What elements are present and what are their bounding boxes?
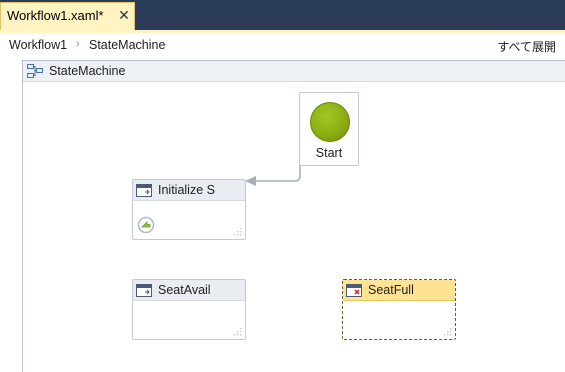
- state-header[interactable]: Initialize S: [133, 180, 245, 201]
- breadcrumb-item-statemachine[interactable]: StateMachine: [89, 38, 165, 52]
- start-node[interactable]: Start: [299, 92, 359, 166]
- state-machine-title: StateMachine: [49, 64, 126, 78]
- state-title: Initialize S: [158, 183, 215, 197]
- state-seatfull[interactable]: SeatFull: [342, 279, 456, 340]
- start-label: Start: [315, 146, 343, 160]
- final-state-icon: [346, 284, 362, 297]
- state-machine-icon: [27, 64, 43, 78]
- state-icon: [136, 284, 152, 297]
- workflow-designer-window: Workflow1.xaml* ✕ Workflow1 › StateMachi…: [0, 0, 565, 372]
- designer-canvas[interactable]: StateMachine: [0, 59, 565, 372]
- breadcrumb: Workflow1 › StateMachine すべて展開: [0, 33, 565, 59]
- start-circle-icon: [310, 102, 350, 142]
- resize-grip-icon[interactable]: [442, 326, 452, 336]
- resize-grip-icon[interactable]: [232, 226, 242, 236]
- close-icon[interactable]: ✕: [117, 8, 131, 22]
- state-header[interactable]: SeatFull: [343, 280, 455, 301]
- state-icon: [136, 184, 152, 197]
- state-header[interactable]: SeatAvail: [133, 280, 245, 301]
- state-initialize[interactable]: Initialize S: [132, 179, 246, 240]
- entry-action-icon[interactable]: [137, 216, 155, 234]
- state-seatavail[interactable]: SeatAvail: [132, 279, 246, 340]
- breadcrumb-separator-icon: ›: [76, 38, 80, 50]
- document-tab-strip: Workflow1.xaml* ✕: [0, 0, 565, 30]
- state-title: SeatAvail: [158, 283, 211, 297]
- breadcrumb-item-workflow1[interactable]: Workflow1: [9, 38, 67, 52]
- expand-all-link[interactable]: すべて展開: [497, 38, 556, 55]
- tab-workflow1[interactable]: Workflow1.xaml* ✕: [0, 2, 135, 30]
- state-title: SeatFull: [368, 283, 414, 297]
- resize-grip-icon[interactable]: [232, 326, 242, 336]
- state-machine-container[interactable]: StateMachine: [22, 60, 565, 372]
- state-machine-header[interactable]: StateMachine: [23, 61, 565, 82]
- tab-title: Workflow1.xaml*: [7, 8, 104, 23]
